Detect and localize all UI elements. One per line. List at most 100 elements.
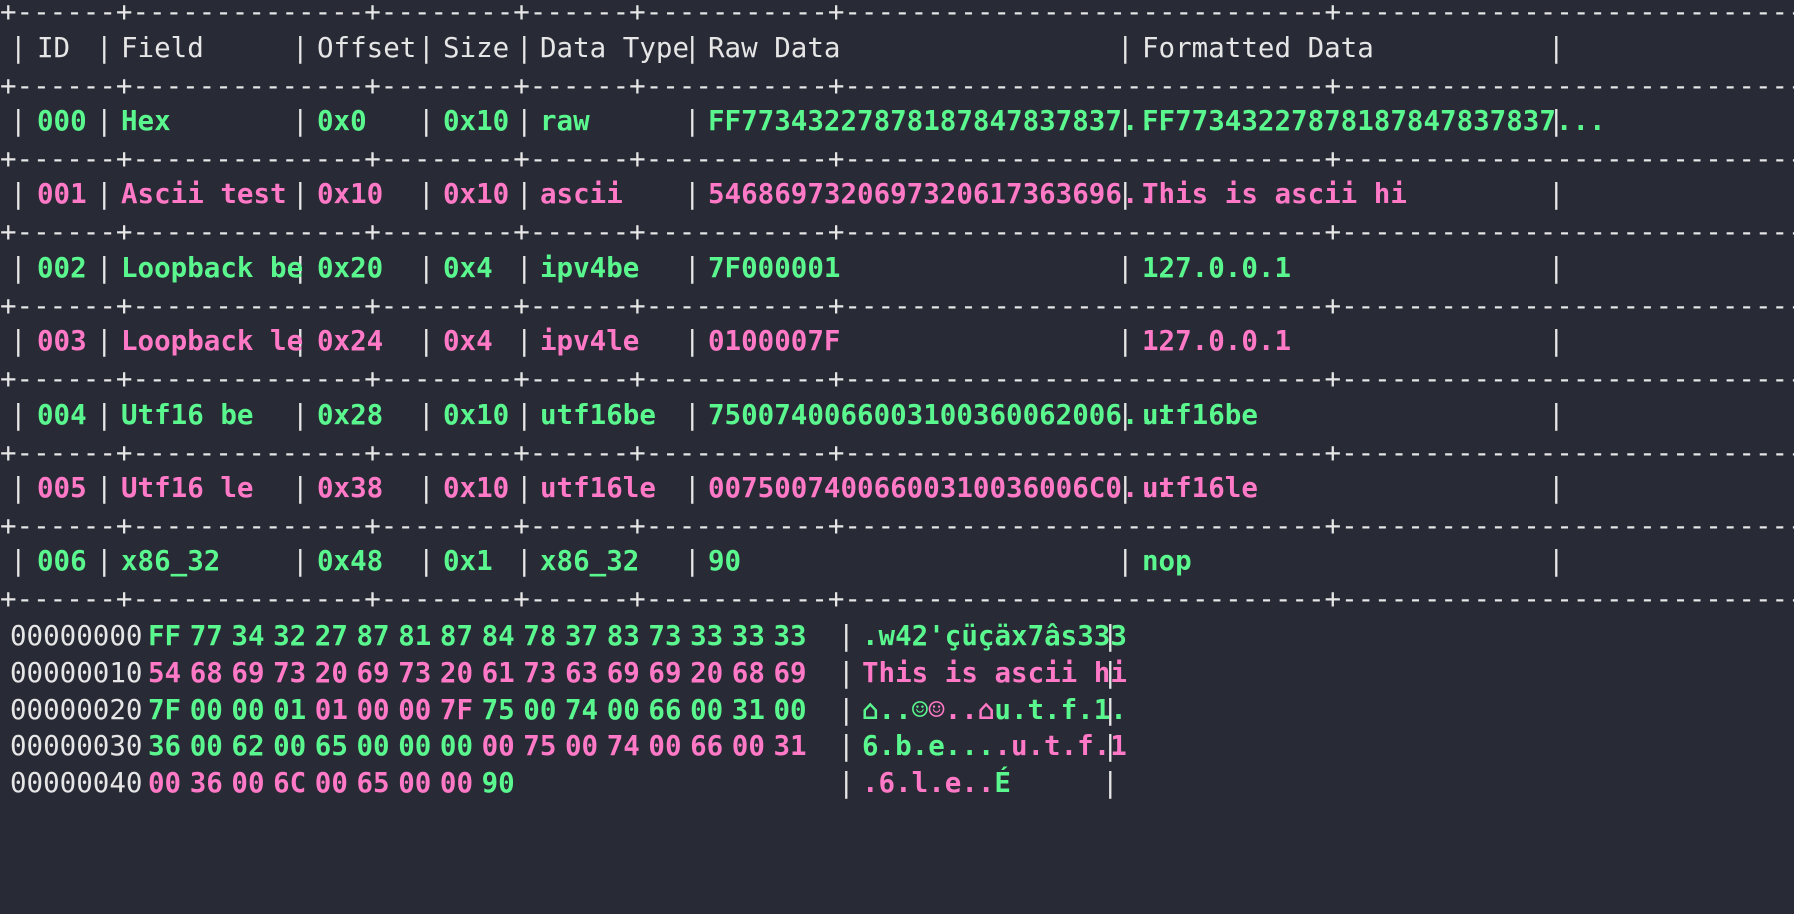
column-divider: |	[516, 105, 533, 137]
cell-size: 0x10	[443, 178, 510, 211]
column-divider: |	[418, 105, 435, 137]
hexdump-byte: 00	[731, 730, 765, 763]
column-divider: |	[96, 178, 113, 211]
hexdump-byte: 73	[648, 620, 682, 652]
hexdump-byte: 68	[189, 656, 223, 689]
hexdump-byte: 34	[231, 620, 265, 652]
column-divider: |	[418, 251, 435, 284]
column-divider: |	[96, 545, 113, 578]
hexdump-byte: 00	[773, 693, 807, 726]
column-divider: |	[1548, 178, 1565, 211]
hexdump-ascii: É	[994, 767, 1011, 800]
table-row-separator: +------+--------------+--------+------+-…	[0, 289, 1794, 322]
hexdump-byte: 63	[565, 656, 599, 689]
hexdump-byte: 00	[523, 693, 557, 726]
column-divider: |	[10, 398, 27, 431]
hexdump-byte: 32	[273, 620, 307, 652]
hexdump-byte: 36	[148, 730, 182, 763]
hexdump-byte: 69	[606, 656, 640, 689]
column-divider: |	[1548, 251, 1565, 284]
column-divider: |	[292, 398, 309, 431]
hexdump-byte: 00	[439, 767, 474, 800]
hexdump-divider: |	[838, 656, 855, 689]
table-row-separator: +------+--------------+--------+------+-…	[0, 363, 1794, 396]
column-divider: |	[684, 545, 701, 578]
hexdump-ascii: This is ascii hi	[862, 656, 1127, 689]
cell-type: ascii	[540, 178, 623, 211]
hexdump-byte: 75	[523, 730, 557, 763]
hexdump-byte: FF	[148, 620, 182, 652]
column-divider: |	[1548, 398, 1565, 431]
hexdump-byte: 69	[648, 656, 682, 689]
column-divider: |	[10, 325, 27, 358]
cell-id: 000	[37, 105, 87, 137]
column-divider: |	[516, 325, 533, 358]
cell-size: 0x4	[443, 325, 493, 358]
hexdump-byte: 74	[565, 693, 599, 726]
hexdump-byte: 33	[731, 620, 765, 652]
column-divider: |	[10, 545, 27, 578]
column-divider: |	[418, 178, 435, 211]
cell-id: 005	[37, 472, 87, 504]
cell-formatted: FF77343227878187847837837...	[1142, 105, 1606, 137]
cell-formatted: utf16be	[1142, 398, 1258, 431]
table-row-separator: +------+--------------+--------+------+-…	[0, 583, 1794, 616]
column-divider: |	[1548, 545, 1565, 578]
hexdump-offset: 00000020	[10, 693, 143, 726]
hexdump-byte: 01	[314, 693, 348, 726]
column-divider: |	[516, 398, 533, 431]
hexdump-byte: 36	[189, 767, 223, 800]
hexdump-byte: 77	[189, 620, 223, 652]
cell-size: 0x10	[443, 105, 510, 137]
cell-raw: 7F000001	[708, 251, 841, 284]
hexdump-byte: 00	[231, 693, 265, 726]
table-border-header: +------+--------------+--------+------+-…	[0, 70, 1794, 102]
cell-formatted: nop	[1142, 545, 1192, 578]
hexdump-byte: 69	[231, 656, 265, 689]
terminal-window: +------+--------------+--------+------+-…	[0, 0, 1794, 914]
column-divider: |	[418, 472, 435, 504]
hexdump-byte: 31	[731, 693, 765, 726]
cell-size: 0x4	[443, 251, 493, 284]
cell-field: Loopback le	[121, 325, 304, 358]
hexdump-offset: 00000040	[10, 767, 143, 800]
hexdump-byte: 65	[314, 730, 348, 763]
cell-field: Loopback be	[121, 251, 304, 284]
header-data-type: Data Type	[540, 32, 690, 64]
cell-id: 004	[37, 398, 87, 431]
hexdump-byte: 66	[648, 693, 682, 726]
cell-offset: 0x48	[317, 545, 384, 578]
hexdump-byte: 68	[731, 656, 765, 689]
hexdump-byte: 65	[356, 767, 390, 800]
cell-type: utf16le	[540, 472, 656, 504]
column-divider: |	[1548, 325, 1565, 358]
cell-size: 0x1	[443, 545, 493, 578]
hexdump-byte: 69	[356, 656, 390, 689]
column-divider: |	[292, 545, 309, 578]
hexdump-byte: 00	[189, 730, 223, 763]
hexdump-divider: |	[1102, 693, 1119, 726]
cell-raw: 90	[708, 545, 742, 578]
hexdump-byte: 20	[314, 656, 348, 689]
hexdump-byte: 00	[148, 767, 182, 800]
hexdump-ascii: ☺..⌂	[928, 693, 995, 726]
cell-raw: 0100007F	[708, 325, 841, 358]
column-divider: |	[96, 105, 113, 137]
hexdump-byte: 73	[523, 656, 557, 689]
hexdump-byte: 7F	[439, 693, 474, 726]
column-divider: |	[96, 251, 113, 284]
hexdump-byte: 00	[690, 693, 724, 726]
cell-type: utf16be	[540, 398, 656, 431]
column-divider: |	[1548, 472, 1565, 504]
hexdump-byte: 20	[439, 656, 474, 689]
hexdump-ascii: ⌂..☺	[862, 693, 929, 726]
cell-type: x86_32	[540, 545, 640, 578]
hexdump-divider: |	[1102, 767, 1119, 800]
hexdump-divider: |	[838, 767, 855, 800]
column-divider: |	[418, 545, 435, 578]
header-id: ID	[37, 32, 71, 64]
column-divider: |	[684, 325, 701, 358]
hexdump-byte: 84	[481, 620, 515, 652]
hexdump-byte: 00	[398, 693, 432, 726]
hexdump-byte: 61	[481, 656, 515, 689]
